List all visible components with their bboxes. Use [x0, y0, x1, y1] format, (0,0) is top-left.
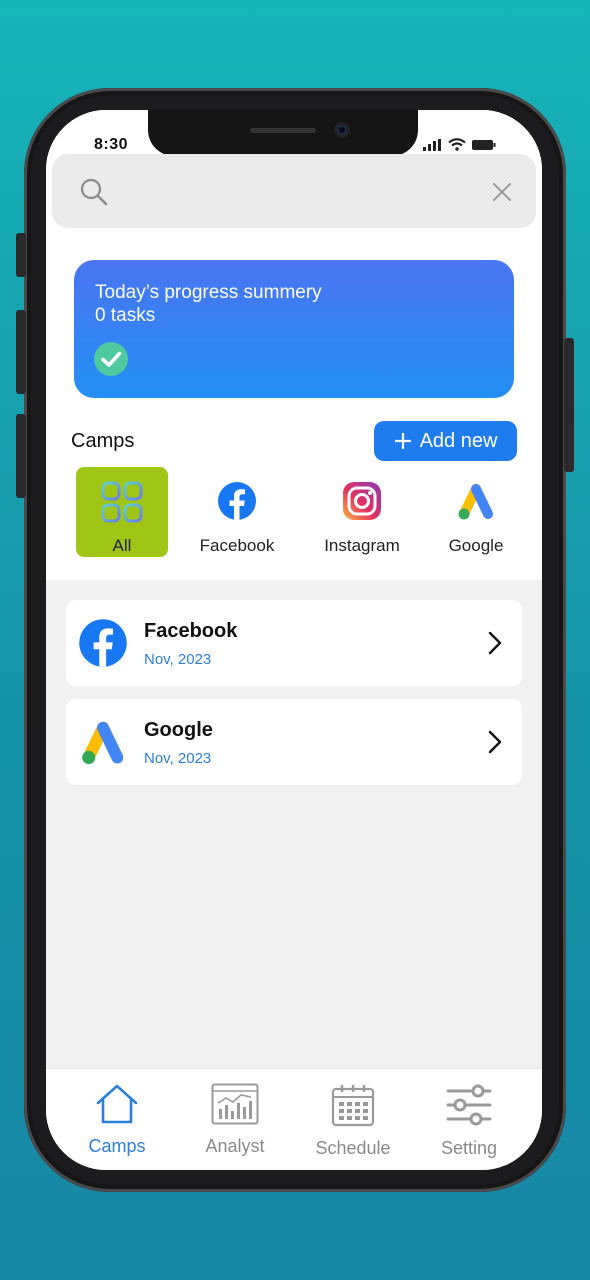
progress-summary-card[interactable]: Today’s progress summery 0 tasks: [74, 260, 514, 398]
app-screen: 8:30 Today’s progress summery 0 tasks Ca…: [46, 110, 542, 1170]
search-bar[interactable]: [52, 154, 536, 228]
category-label: Facebook: [199, 536, 275, 555]
category-facebook[interactable]: Facebook: [191, 467, 283, 557]
camp-name: Google: [144, 719, 213, 741]
tab-camps[interactable]: Camps: [62, 1083, 172, 1157]
chevron-right-icon[interactable]: [488, 730, 502, 754]
mute-switch: [16, 233, 26, 277]
tab-label: Schedule: [315, 1138, 391, 1158]
notch: [148, 110, 418, 156]
grid-icon: [101, 481, 143, 523]
plus-icon: [394, 433, 411, 449]
battery-icon: [472, 140, 496, 150]
camp-card-google[interactable]: Google Nov, 2023: [66, 699, 522, 785]
camps-heading: Camps: [71, 430, 135, 452]
category-google[interactable]: Google: [430, 467, 522, 557]
tab-analyst[interactable]: Analyst: [180, 1083, 290, 1157]
category-instagram[interactable]: Instagram: [316, 467, 408, 557]
tab-label: Setting: [440, 1138, 498, 1158]
signal-icon: [423, 139, 441, 151]
analytics-icon: [211, 1083, 259, 1125]
camp-date: Nov, 2023: [144, 750, 212, 767]
category-label: Instagram: [324, 536, 400, 555]
category-all[interactable]: All: [76, 467, 168, 557]
close-icon[interactable]: [492, 182, 512, 202]
check-icon: [94, 342, 128, 376]
facebook-icon: [79, 619, 127, 667]
progress-title: Today’s progress summery: [95, 282, 322, 303]
chevron-right-icon[interactable]: [488, 631, 502, 655]
home-icon: [96, 1084, 138, 1124]
search-input[interactable]: [118, 174, 482, 210]
sliders-icon: [446, 1084, 492, 1126]
google-ads-icon: [458, 484, 493, 520]
search-icon: [80, 178, 108, 206]
instagram-icon: [343, 482, 381, 520]
tab-label: Analyst: [205, 1136, 265, 1156]
front-camera: [334, 122, 350, 138]
tab-setting[interactable]: Setting: [414, 1083, 524, 1159]
tab-schedule[interactable]: Schedule: [298, 1083, 408, 1159]
status-time: 8:30: [94, 136, 129, 153]
status-icons: [423, 138, 496, 151]
status-bar: 8:30: [46, 110, 542, 160]
category-label: All: [112, 536, 132, 555]
camp-name: Facebook: [144, 620, 238, 642]
volume-up-button: [16, 310, 26, 394]
camp-card-facebook[interactable]: Facebook Nov, 2023: [66, 600, 522, 686]
add-new-button[interactable]: Add new: [374, 421, 517, 461]
wifi-icon: [448, 138, 466, 151]
facebook-icon: [218, 482, 256, 520]
progress-task-count: 0 tasks: [95, 305, 156, 326]
power-button: [564, 338, 574, 472]
camp-date: Nov, 2023: [144, 651, 212, 668]
tab-label: Camps: [88, 1136, 146, 1156]
google-ads-icon: [82, 721, 124, 765]
speaker: [250, 128, 316, 133]
bottom-tab-bar: Camps Analyst Schedule Setting: [46, 1068, 542, 1170]
category-label: Google: [448, 536, 504, 555]
volume-down-button: [16, 414, 26, 498]
calendar-icon: [331, 1085, 375, 1127]
add-new-label: Add new: [419, 429, 498, 452]
